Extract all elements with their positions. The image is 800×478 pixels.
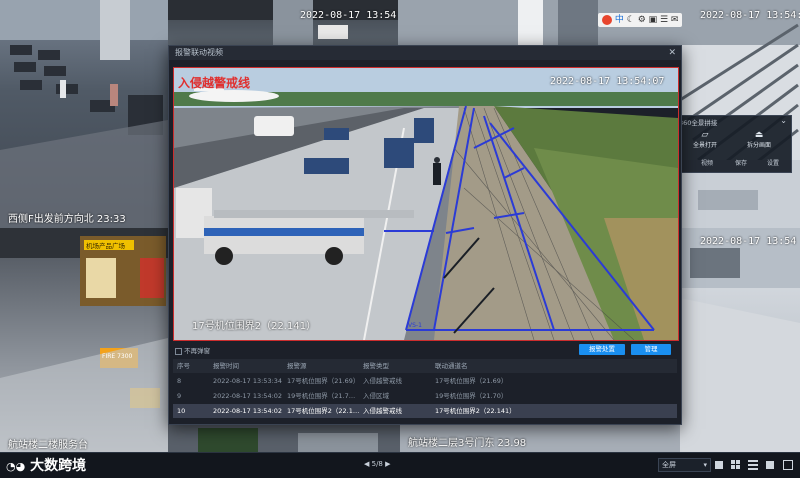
cell-source: 17号机位围界（21.69） xyxy=(287,377,360,385)
camera-timestamp: 2022-08-17 13:54 xyxy=(700,236,797,247)
camera-label: 航站楼二楼服务台 xyxy=(8,440,88,451)
tab-settings[interactable]: 设置 xyxy=(767,158,779,167)
table-row[interactable]: 8 2022-08-17 13:53:34 17号机位围界（21.69） 入侵越… xyxy=(173,374,677,388)
alarm-table: 序号 报警时间 报警源 报警类型 联动通道名 8 2022-08-17 13:5… xyxy=(169,359,681,421)
shop-scene xyxy=(0,228,168,452)
checkbox-icon[interactable] xyxy=(175,347,182,355)
table-row-selected[interactable]: 10 2022-08-17 13:54:02 17号机位围界2（22.1… 入侵… xyxy=(173,404,677,418)
camera-timestamp: 2022-08-17 13:54:07 xyxy=(700,10,800,21)
brand-logo-icon: ◔◕ xyxy=(6,460,26,473)
chevron-down-icon: ▾ xyxy=(703,461,707,469)
grid-4-icon[interactable] xyxy=(731,460,741,470)
hall-bottom-scene xyxy=(198,428,378,452)
brand-name: 大数跨境 xyxy=(30,458,87,474)
table-row[interactable]: 9 2022-08-17 13:54:02 19号机位围界（21.7… 入侵区域… xyxy=(173,389,677,403)
panorama-panel: 360全景拼接 ⌄ ▱ 全景打开 ⏏ 拆分画面 视频 保存 设置 xyxy=(674,115,792,173)
shop-sign-text: 机场产品广场 xyxy=(86,242,125,250)
camera-label: 航站楼二层3号门东 23.98 xyxy=(408,438,527,449)
alarm-video[interactable]: 入侵越警戒线 2022-08-17 13:54:07 17号机位围界2（22.1… xyxy=(173,67,679,341)
prev-page-icon[interactable]: ◀ xyxy=(364,460,369,468)
camera-timestamp: 2022-08-17 13:54:07 xyxy=(300,10,398,21)
cell-channel: 19号机位围界（21.70） xyxy=(435,392,508,400)
next-page-icon[interactable]: ▶ xyxy=(385,460,390,468)
cell-channel: 17号机位围界2（22.141） xyxy=(435,407,516,415)
header-type: 报警类型 xyxy=(363,362,389,370)
dont-popup-checkbox[interactable]: 不再弹窗 xyxy=(175,345,210,355)
dialog-title: 报警联动视频 xyxy=(175,48,223,57)
counter-sign: FIRE 7300 xyxy=(102,353,133,360)
cell-type: 入侵越警戒线 xyxy=(363,407,402,415)
grid-9-icon[interactable] xyxy=(748,460,758,470)
panorama-open-button[interactable]: ▱ 全景打开 xyxy=(681,130,729,152)
dialog-header: 报警联动视频 ✕ xyxy=(169,46,681,60)
video-overlay-title: 入侵越警戒线 xyxy=(178,76,251,90)
table-header: 序号 报警时间 报警源 报警类型 联动通道名 xyxy=(173,359,677,373)
tab-save[interactable]: 保存 xyxy=(735,158,747,167)
camera-label: 西侧F出发前方向北 23:33 xyxy=(8,214,126,225)
top-status-badges: 中 ☾ ⚙ ▣ ☰ ✉ xyxy=(598,13,683,27)
view-mode-select[interactable]: 全屏 ▾ xyxy=(658,458,711,472)
waiting-hall-scene xyxy=(0,0,168,228)
cell-channel: 17号机位围界（21.69） xyxy=(435,377,508,385)
tripwire-tag: VS-1 xyxy=(408,322,422,329)
eject-icon: ⏏ xyxy=(754,130,764,140)
video-caption: 17号机位围界2（22.141） xyxy=(192,321,317,332)
checkbox-label: 不再弹窗 xyxy=(184,347,211,355)
view-mode-value: 全屏 xyxy=(662,461,676,469)
header-channel: 联动通道名 xyxy=(435,362,468,370)
camera-tile-apron-top[interactable]: 2022-08-17 13:54:07 xyxy=(168,0,398,45)
grid-1-icon[interactable] xyxy=(714,460,724,470)
alarm-linkage-dialog: 报警联动视频 ✕ 入侵越警戒线 2022-08-17 13:54:07 17号机… xyxy=(168,45,682,425)
cell-source: 19号机位围界（21.7… xyxy=(287,392,356,400)
alarm-handle-button[interactable]: 报警处置 xyxy=(579,344,625,355)
close-icon[interactable]: ✕ xyxy=(668,46,676,60)
panel-title: 360全景拼接 xyxy=(679,119,718,127)
cell-source: 17号机位围界2（22.1… xyxy=(287,407,360,415)
cell-time: 2022-08-17 13:54:02 xyxy=(213,392,283,400)
input-method-badge: 中 xyxy=(614,15,624,25)
brand-logo: ◔◕ 大数跨境 xyxy=(6,455,86,475)
tab-video[interactable]: 视频 xyxy=(701,158,713,167)
cell-index: 10 xyxy=(177,407,186,415)
pager: ◀ 5/8 ▶ xyxy=(364,460,391,468)
moon-icon: ☾ ⚙ ▣ ☰ ✉ xyxy=(626,15,679,25)
panorama-open-label: 全景打开 xyxy=(692,142,717,149)
bottom-toolbar: ◔◕ 大数跨境 ◀ 5/8 ▶ 全屏 ▾ xyxy=(0,452,800,478)
video-timestamp: 2022-08-17 13:54:07 xyxy=(550,76,665,87)
split-view-label: 拆分画面 xyxy=(746,142,771,149)
folder-icon: ▱ xyxy=(701,130,709,140)
manage-button[interactable]: 管理 xyxy=(631,344,671,355)
camera-tile-shop[interactable]: 机场产品广场 机场产品广场 FIRE 7300 航站楼二楼服务台 xyxy=(0,228,168,452)
sogou-logo-icon xyxy=(602,14,612,25)
panel-collapse-icon[interactable]: ⌄ xyxy=(780,116,787,125)
camera-tile-hall-bottom[interactable] xyxy=(168,423,400,452)
page-indicator: 5/8 xyxy=(371,460,383,468)
cell-time: 2022-08-17 13:54:02 xyxy=(213,407,283,415)
cell-index: 8 xyxy=(177,377,182,385)
cell-index: 9 xyxy=(177,392,182,400)
panel-tabs: 视频 保存 设置 xyxy=(695,158,791,170)
header-time: 报警时间 xyxy=(213,362,239,370)
apron-top-scene xyxy=(168,0,398,45)
header-index: 序号 xyxy=(177,362,190,370)
cell-time: 2022-08-17 13:53:34 xyxy=(213,377,283,385)
camera-tile-waiting-hall[interactable]: 西侧F出发前方向北 23:33 xyxy=(0,0,168,228)
grid-16-icon[interactable] xyxy=(765,460,775,470)
split-view-button[interactable]: ⏏ 拆分画面 xyxy=(735,130,783,152)
cell-type: 入侵越警戒线 xyxy=(363,377,402,385)
cell-type: 入侵区域 xyxy=(363,392,389,400)
header-source: 报警源 xyxy=(287,362,307,370)
fullscreen-icon[interactable] xyxy=(783,460,793,470)
apron-fence-scene xyxy=(174,68,678,340)
